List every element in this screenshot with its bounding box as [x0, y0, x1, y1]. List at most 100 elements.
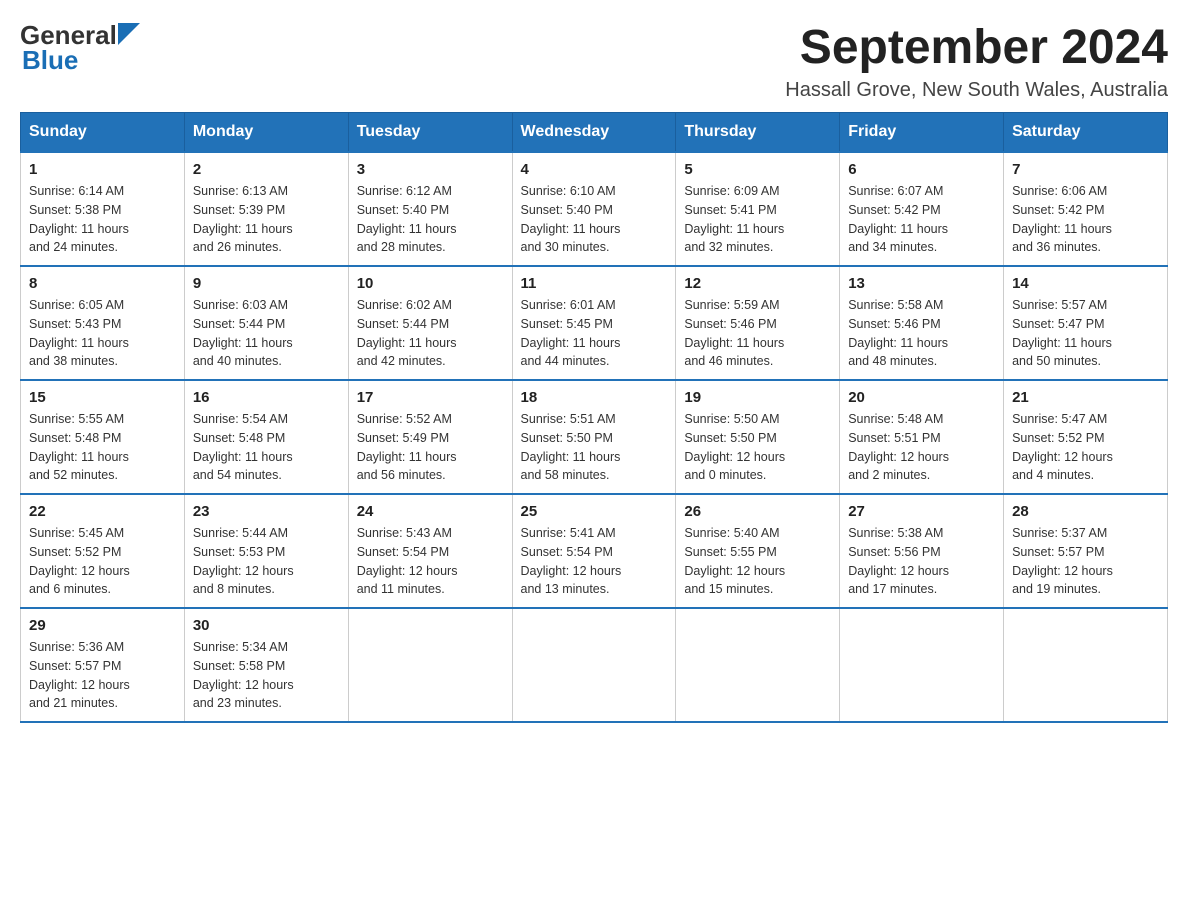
- table-row: 21 Sunrise: 5:47 AM Sunset: 5:52 PM Dayl…: [1004, 380, 1168, 494]
- calendar-subtitle: Hassall Grove, New South Wales, Australi…: [785, 79, 1168, 102]
- day-number: 10: [357, 275, 504, 292]
- day-info: Sunrise: 5:48 AM Sunset: 5:51 PM Dayligh…: [848, 410, 995, 485]
- day-number: 6: [848, 161, 995, 178]
- table-row: 25 Sunrise: 5:41 AM Sunset: 5:54 PM Dayl…: [512, 494, 676, 608]
- day-info: Sunrise: 6:13 AM Sunset: 5:39 PM Dayligh…: [193, 182, 340, 257]
- logo-blue-text: Blue: [22, 45, 78, 76]
- day-info: Sunrise: 5:41 AM Sunset: 5:54 PM Dayligh…: [521, 524, 668, 599]
- table-row: 10 Sunrise: 6:02 AM Sunset: 5:44 PM Dayl…: [348, 266, 512, 380]
- day-info: Sunrise: 6:12 AM Sunset: 5:40 PM Dayligh…: [357, 182, 504, 257]
- day-info: Sunrise: 6:02 AM Sunset: 5:44 PM Dayligh…: [357, 296, 504, 371]
- table-row: 15 Sunrise: 5:55 AM Sunset: 5:48 PM Dayl…: [21, 380, 185, 494]
- table-row: 27 Sunrise: 5:38 AM Sunset: 5:56 PM Dayl…: [840, 494, 1004, 608]
- day-info: Sunrise: 6:06 AM Sunset: 5:42 PM Dayligh…: [1012, 182, 1159, 257]
- day-number: 27: [848, 503, 995, 520]
- title-area: September 2024 Hassall Grove, New South …: [785, 20, 1168, 102]
- day-info: Sunrise: 5:37 AM Sunset: 5:57 PM Dayligh…: [1012, 524, 1159, 599]
- day-number: 14: [1012, 275, 1159, 292]
- table-row: 2 Sunrise: 6:13 AM Sunset: 5:39 PM Dayli…: [184, 152, 348, 266]
- calendar-week-5: 29 Sunrise: 5:36 AM Sunset: 5:57 PM Dayl…: [21, 608, 1168, 722]
- header-monday: Monday: [184, 113, 348, 153]
- day-number: 3: [357, 161, 504, 178]
- day-number: 5: [684, 161, 831, 178]
- day-info: Sunrise: 5:47 AM Sunset: 5:52 PM Dayligh…: [1012, 410, 1159, 485]
- day-number: 26: [684, 503, 831, 520]
- header-tuesday: Tuesday: [348, 113, 512, 153]
- calendar-week-4: 22 Sunrise: 5:45 AM Sunset: 5:52 PM Dayl…: [21, 494, 1168, 608]
- day-number: 25: [521, 503, 668, 520]
- day-info: Sunrise: 6:01 AM Sunset: 5:45 PM Dayligh…: [521, 296, 668, 371]
- table-row: 28 Sunrise: 5:37 AM Sunset: 5:57 PM Dayl…: [1004, 494, 1168, 608]
- table-row: 4 Sunrise: 6:10 AM Sunset: 5:40 PM Dayli…: [512, 152, 676, 266]
- calendar-header-row: Sunday Monday Tuesday Wednesday Thursday…: [21, 113, 1168, 153]
- day-info: Sunrise: 5:43 AM Sunset: 5:54 PM Dayligh…: [357, 524, 504, 599]
- logo: General Blue: [20, 20, 140, 76]
- day-number: 9: [193, 275, 340, 292]
- day-number: 13: [848, 275, 995, 292]
- table-row: 1 Sunrise: 6:14 AM Sunset: 5:38 PM Dayli…: [21, 152, 185, 266]
- table-row: 13 Sunrise: 5:58 AM Sunset: 5:46 PM Dayl…: [840, 266, 1004, 380]
- table-row: [840, 608, 1004, 722]
- day-info: Sunrise: 6:05 AM Sunset: 5:43 PM Dayligh…: [29, 296, 176, 371]
- day-info: Sunrise: 5:57 AM Sunset: 5:47 PM Dayligh…: [1012, 296, 1159, 371]
- day-number: 16: [193, 389, 340, 406]
- day-number: 22: [29, 503, 176, 520]
- calendar-table: Sunday Monday Tuesday Wednesday Thursday…: [20, 112, 1168, 723]
- day-info: Sunrise: 5:59 AM Sunset: 5:46 PM Dayligh…: [684, 296, 831, 371]
- day-number: 8: [29, 275, 176, 292]
- table-row: 3 Sunrise: 6:12 AM Sunset: 5:40 PM Dayli…: [348, 152, 512, 266]
- table-row: 16 Sunrise: 5:54 AM Sunset: 5:48 PM Dayl…: [184, 380, 348, 494]
- table-row: 9 Sunrise: 6:03 AM Sunset: 5:44 PM Dayli…: [184, 266, 348, 380]
- table-row: 24 Sunrise: 5:43 AM Sunset: 5:54 PM Dayl…: [348, 494, 512, 608]
- table-row: [512, 608, 676, 722]
- header-sunday: Sunday: [21, 113, 185, 153]
- day-info: Sunrise: 5:36 AM Sunset: 5:57 PM Dayligh…: [29, 638, 176, 713]
- table-row: 30 Sunrise: 5:34 AM Sunset: 5:58 PM Dayl…: [184, 608, 348, 722]
- day-info: Sunrise: 5:40 AM Sunset: 5:55 PM Dayligh…: [684, 524, 831, 599]
- day-number: 18: [521, 389, 668, 406]
- day-number: 23: [193, 503, 340, 520]
- table-row: 5 Sunrise: 6:09 AM Sunset: 5:41 PM Dayli…: [676, 152, 840, 266]
- day-info: Sunrise: 5:44 AM Sunset: 5:53 PM Dayligh…: [193, 524, 340, 599]
- calendar-week-1: 1 Sunrise: 6:14 AM Sunset: 5:38 PM Dayli…: [21, 152, 1168, 266]
- table-row: 23 Sunrise: 5:44 AM Sunset: 5:53 PM Dayl…: [184, 494, 348, 608]
- header-thursday: Thursday: [676, 113, 840, 153]
- table-row: 18 Sunrise: 5:51 AM Sunset: 5:50 PM Dayl…: [512, 380, 676, 494]
- day-number: 1: [29, 161, 176, 178]
- day-number: 7: [1012, 161, 1159, 178]
- table-row: 17 Sunrise: 5:52 AM Sunset: 5:49 PM Dayl…: [348, 380, 512, 494]
- day-number: 24: [357, 503, 504, 520]
- day-number: 29: [29, 617, 176, 634]
- table-row: [1004, 608, 1168, 722]
- day-info: Sunrise: 5:45 AM Sunset: 5:52 PM Dayligh…: [29, 524, 176, 599]
- day-info: Sunrise: 5:54 AM Sunset: 5:48 PM Dayligh…: [193, 410, 340, 485]
- table-row: 11 Sunrise: 6:01 AM Sunset: 5:45 PM Dayl…: [512, 266, 676, 380]
- day-info: Sunrise: 5:34 AM Sunset: 5:58 PM Dayligh…: [193, 638, 340, 713]
- day-info: Sunrise: 5:51 AM Sunset: 5:50 PM Dayligh…: [521, 410, 668, 485]
- day-info: Sunrise: 6:09 AM Sunset: 5:41 PM Dayligh…: [684, 182, 831, 257]
- day-number: 11: [521, 275, 668, 292]
- day-number: 28: [1012, 503, 1159, 520]
- table-row: 6 Sunrise: 6:07 AM Sunset: 5:42 PM Dayli…: [840, 152, 1004, 266]
- day-number: 30: [193, 617, 340, 634]
- header-saturday: Saturday: [1004, 113, 1168, 153]
- page-header: General Blue September 2024 Hassall Grov…: [20, 20, 1168, 102]
- table-row: [348, 608, 512, 722]
- day-info: Sunrise: 6:07 AM Sunset: 5:42 PM Dayligh…: [848, 182, 995, 257]
- table-row: 22 Sunrise: 5:45 AM Sunset: 5:52 PM Dayl…: [21, 494, 185, 608]
- header-wednesday: Wednesday: [512, 113, 676, 153]
- day-info: Sunrise: 5:38 AM Sunset: 5:56 PM Dayligh…: [848, 524, 995, 599]
- calendar-title: September 2024: [785, 20, 1168, 75]
- day-number: 12: [684, 275, 831, 292]
- day-info: Sunrise: 5:58 AM Sunset: 5:46 PM Dayligh…: [848, 296, 995, 371]
- day-info: Sunrise: 5:55 AM Sunset: 5:48 PM Dayligh…: [29, 410, 176, 485]
- day-info: Sunrise: 6:03 AM Sunset: 5:44 PM Dayligh…: [193, 296, 340, 371]
- day-number: 15: [29, 389, 176, 406]
- header-friday: Friday: [840, 113, 1004, 153]
- day-info: Sunrise: 5:52 AM Sunset: 5:49 PM Dayligh…: [357, 410, 504, 485]
- table-row: [676, 608, 840, 722]
- table-row: 29 Sunrise: 5:36 AM Sunset: 5:57 PM Dayl…: [21, 608, 185, 722]
- calendar-week-3: 15 Sunrise: 5:55 AM Sunset: 5:48 PM Dayl…: [21, 380, 1168, 494]
- day-number: 17: [357, 389, 504, 406]
- table-row: 19 Sunrise: 5:50 AM Sunset: 5:50 PM Dayl…: [676, 380, 840, 494]
